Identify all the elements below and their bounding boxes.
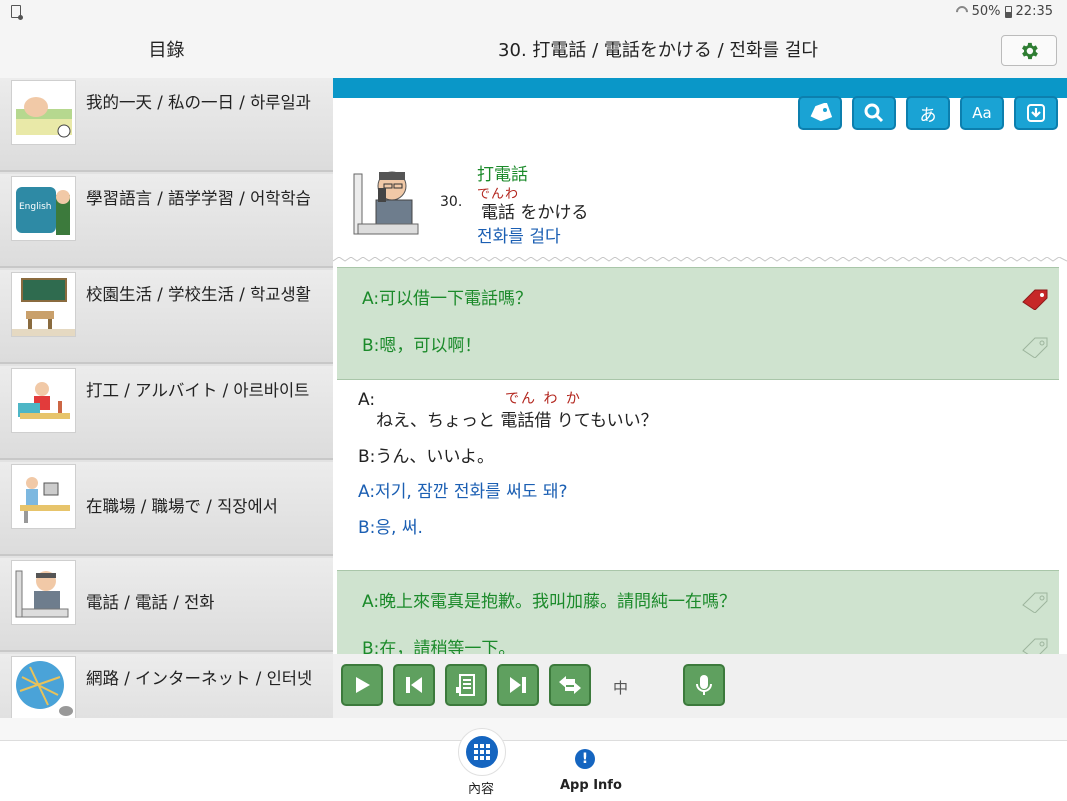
- dialogue-ko-line-b[interactable]: B:응, 써.: [358, 513, 423, 538]
- search-button[interactable]: [852, 96, 896, 130]
- status-indicators: 50% 22:35: [956, 4, 1053, 19]
- info-icon[interactable]: !: [575, 749, 595, 769]
- dialogue-block-zh[interactable]: A:可以借一下電話嗎？ B:嗯，可以啊！: [337, 267, 1059, 380]
- app-header: 目錄 30. 打電話 / 電話をかける / 전화를 걸다: [0, 24, 1067, 78]
- download-icon: [1027, 104, 1045, 122]
- app-info-tab-label[interactable]: App Info: [560, 778, 622, 793]
- sidebar-item-language-study[interactable]: English 學習語言 / 語学学習 / 어학학습: [0, 174, 333, 268]
- record-button[interactable]: [683, 664, 725, 706]
- office-worker-thumbnail: [11, 464, 76, 529]
- lesson-number: 30.: [440, 194, 463, 210]
- cashier-thumbnail: [11, 368, 76, 433]
- playback-speed[interactable]: 中: [613, 677, 628, 698]
- text-toggle-button[interactable]: [445, 664, 487, 706]
- sidebar-item-label: 網路 / インターネット / 인터넷: [86, 669, 313, 688]
- repeat-icon: [559, 676, 581, 694]
- battery-percent: 50%: [971, 4, 1001, 19]
- dialogue-ja-line-a[interactable]: ねえ、ちょっと 電話借 りてもいい？: [376, 406, 658, 431]
- sidebar-item-my-day[interactable]: 我的一天 / 私の一日 / 하루일과: [0, 78, 333, 172]
- svg-text:English: English: [19, 202, 52, 212]
- play-button[interactable]: [341, 664, 383, 706]
- dialogue-ja-furigana: でん わ か: [505, 391, 582, 407]
- toc-sidebar[interactable]: 我的一天 / 私の一日 / 하루일과 English 學習語言 / 語学学習 /…: [0, 78, 333, 718]
- dialogue-line-b[interactable]: B:嗯，可以啊！: [362, 331, 481, 356]
- previous-button[interactable]: [393, 664, 435, 706]
- microphone-icon: [696, 675, 712, 695]
- sidebar-item-label: 校園生活 / 学校生活 / 학교생활: [86, 285, 311, 304]
- settings-button[interactable]: [1001, 35, 1057, 66]
- tag-icon: [810, 103, 832, 122]
- divider: [333, 257, 1067, 262]
- sidebar-item-label: 在職場 / 職場で / 직장에서: [86, 497, 278, 516]
- repeat-button[interactable]: [549, 664, 591, 706]
- dialogue-ko-line-a[interactable]: A:저기, 잠깐 전화를 써도 돼?: [358, 477, 568, 502]
- bookmark-tag-outline-icon[interactable]: [1021, 336, 1049, 358]
- bookmark-tag-outline-icon[interactable]: [1021, 637, 1049, 654]
- grid-icon: [466, 736, 498, 768]
- lesson-title-ja: 電話 をかける: [481, 203, 589, 223]
- notification-icon: [11, 5, 23, 20]
- contents-tab-label[interactable]: 內容: [468, 778, 494, 797]
- lesson-content[interactable]: あ Aa 30. 打電話 でんわ 電話 をかける 전화를 걸다 A:可以借一下電…: [333, 78, 1067, 654]
- hiragana-toggle-button[interactable]: あ: [906, 96, 950, 130]
- dialogue-block-zh-2[interactable]: A:晚上來電真是抱歉。我叫加藤。請問純一在嗎？ B:在，請稍等一下。: [337, 570, 1059, 654]
- text-icon: [456, 674, 475, 696]
- sidebar-item-internet[interactable]: 網路 / インターネット / 인터넷: [0, 654, 333, 718]
- sleeping-person-thumbnail: [11, 80, 76, 145]
- font-size-icon: Aa: [972, 104, 992, 122]
- dialogue-line-b[interactable]: B:在，請稍等一下。: [362, 634, 515, 654]
- sidebar-item-telephone[interactable]: 電話 / 電話 / 전화: [0, 558, 333, 652]
- bottom-navigation: [0, 740, 1067, 801]
- globe-mouse-thumbnail: [11, 656, 76, 718]
- sidebar-item-label: 學習語言 / 語学学習 / 어학학습: [86, 189, 311, 208]
- lesson-heading: 30. 打電話 でんわ 電話 をかける 전화를 걸다: [333, 140, 1067, 260]
- sidebar-item-label: 打工 / アルバイト / 아르바이트: [86, 381, 310, 400]
- dialogue-line-a[interactable]: A:可以借一下電話嗎？: [362, 284, 532, 309]
- audio-player: 中: [333, 654, 1067, 718]
- phone-caller-illustration: [350, 160, 425, 240]
- english-book-thumbnail: English: [11, 176, 76, 241]
- sidebar-item-label: 我的一天 / 私の一日 / 하루일과: [86, 93, 311, 112]
- clock: 22:35: [1015, 4, 1053, 19]
- sidebar-item-label: 電話 / 電話 / 전화: [86, 593, 215, 612]
- phone-caller-thumbnail: [11, 560, 76, 625]
- gear-icon: [1022, 42, 1038, 59]
- search-icon: [864, 103, 884, 123]
- wifi-icon: [956, 6, 968, 17]
- dialogue-ja-line-b[interactable]: B:うん、いいよ。: [358, 442, 494, 467]
- next-icon: [510, 677, 526, 693]
- next-button[interactable]: [497, 664, 539, 706]
- sidebar-item-part-time-job[interactable]: 打工 / アルバイト / 아르바이트: [0, 366, 333, 460]
- accent-band: [333, 78, 1067, 98]
- battery-icon: [1004, 5, 1012, 18]
- bookmark-tag-filled-icon[interactable]: [1021, 288, 1049, 310]
- play-icon: [356, 677, 370, 693]
- status-bar: 50% 22:35: [0, 0, 1067, 24]
- toc-title: 目錄: [148, 40, 185, 61]
- sidebar-item-school-life[interactable]: 校園生活 / 学校生活 / 학교생활: [0, 270, 333, 364]
- dialogue-line-a[interactable]: A:晚上來電真是抱歉。我叫加藤。請問純一在嗎？: [362, 587, 736, 612]
- download-button[interactable]: [1014, 96, 1058, 130]
- previous-icon: [406, 677, 422, 693]
- lesson-title-zh: 打電話: [477, 165, 528, 185]
- hiragana-icon: あ: [919, 105, 937, 126]
- bookmark-tag-outline-icon[interactable]: [1021, 591, 1049, 613]
- contents-tab-button[interactable]: [458, 728, 506, 776]
- dialogue-ja-prefix: A:: [358, 390, 376, 410]
- sidebar-item-workplace[interactable]: 在職場 / 職場で / 직장에서: [0, 462, 333, 556]
- classroom-thumbnail: [11, 272, 76, 337]
- bookmark-tag-button[interactable]: [798, 96, 842, 130]
- lesson-title-ko: 전화를 걸다: [477, 227, 561, 247]
- font-size-button[interactable]: Aa: [960, 96, 1004, 130]
- lesson-title: 30. 打電話 / 電話をかける / 전화를 걸다: [498, 40, 818, 61]
